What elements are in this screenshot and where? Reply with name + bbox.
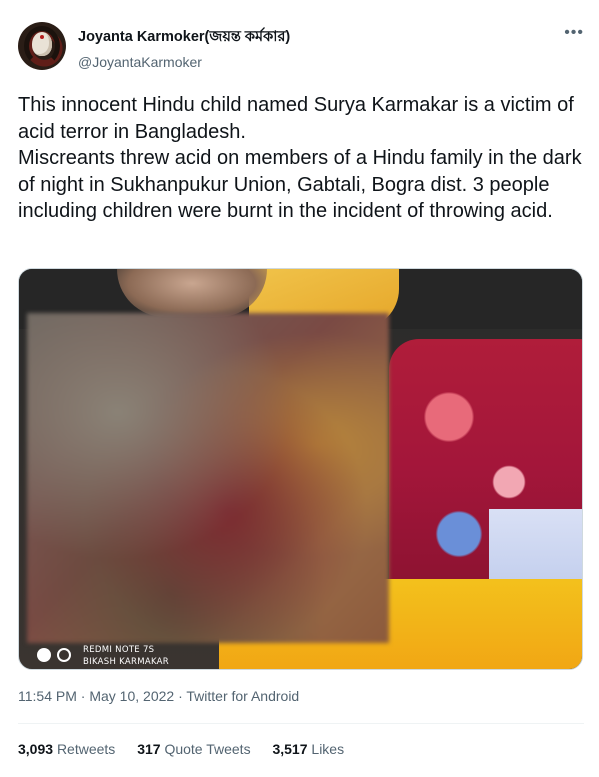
quotes-count: 317 xyxy=(137,741,161,757)
watermark-dot-icon xyxy=(37,648,51,662)
meta-separator: · xyxy=(76,688,90,704)
likes-label: Likes xyxy=(311,741,345,757)
camera-watermark: REDMI NOTE 7S BIKASH KARMAKAR xyxy=(35,639,255,669)
tweet-source[interactable]: Twitter for Android xyxy=(186,688,299,704)
more-options-icon[interactable]: ••• xyxy=(564,25,584,41)
likes-stat[interactable]: 3,517 Likes xyxy=(272,741,344,757)
tweet-stats: 3,093 Retweets 317 Quote Tweets 3,517 Li… xyxy=(18,741,362,757)
retweets-stat[interactable]: 3,093 Retweets xyxy=(18,741,115,757)
tweet-card: Joyanta Karmoker(জয়ন্ত কর্মকার) @Joyant… xyxy=(0,0,599,777)
watermark-ring-icon xyxy=(57,648,71,662)
author-names: Joyanta Karmoker(জয়ন্ত কর্মকার) @Joyant… xyxy=(78,26,290,70)
watermark-owner: BIKASH KARMAKAR xyxy=(83,657,170,667)
retweets-label: Retweets xyxy=(56,741,116,757)
tweet-media-image[interactable]: REDMI NOTE 7S BIKASH KARMAKAR xyxy=(18,268,583,670)
meta-separator: · xyxy=(174,688,187,704)
quote-tweets-stat[interactable]: 317 Quote Tweets xyxy=(137,741,250,757)
likes-count: 3,517 xyxy=(272,741,308,757)
tweet-time[interactable]: 11:54 PM xyxy=(18,688,77,704)
quotes-label: Quote Tweets xyxy=(164,741,251,757)
divider xyxy=(18,723,584,724)
blurred-region xyxy=(27,313,389,643)
avatar-mark xyxy=(40,35,44,39)
watermark-device: REDMI NOTE 7S xyxy=(83,645,155,655)
retweets-count: 3,093 xyxy=(18,741,54,757)
tweet-header: Joyanta Karmoker(জয়ন্ত কর্মকার) @Joyant… xyxy=(18,22,586,72)
avatar[interactable] xyxy=(18,22,66,70)
tweet-meta: 11:54 PM · May 10, 2022 · Twitter for An… xyxy=(18,688,299,704)
tweet-date[interactable]: May 10, 2022 xyxy=(89,688,174,704)
tweet-text: This innocent Hindu child named Surya Ka… xyxy=(18,94,582,222)
display-name[interactable]: Joyanta Karmoker(জয়ন্ত কর্মকার) xyxy=(78,26,290,50)
user-handle[interactable]: @JoyantaKarmoker xyxy=(78,54,290,70)
